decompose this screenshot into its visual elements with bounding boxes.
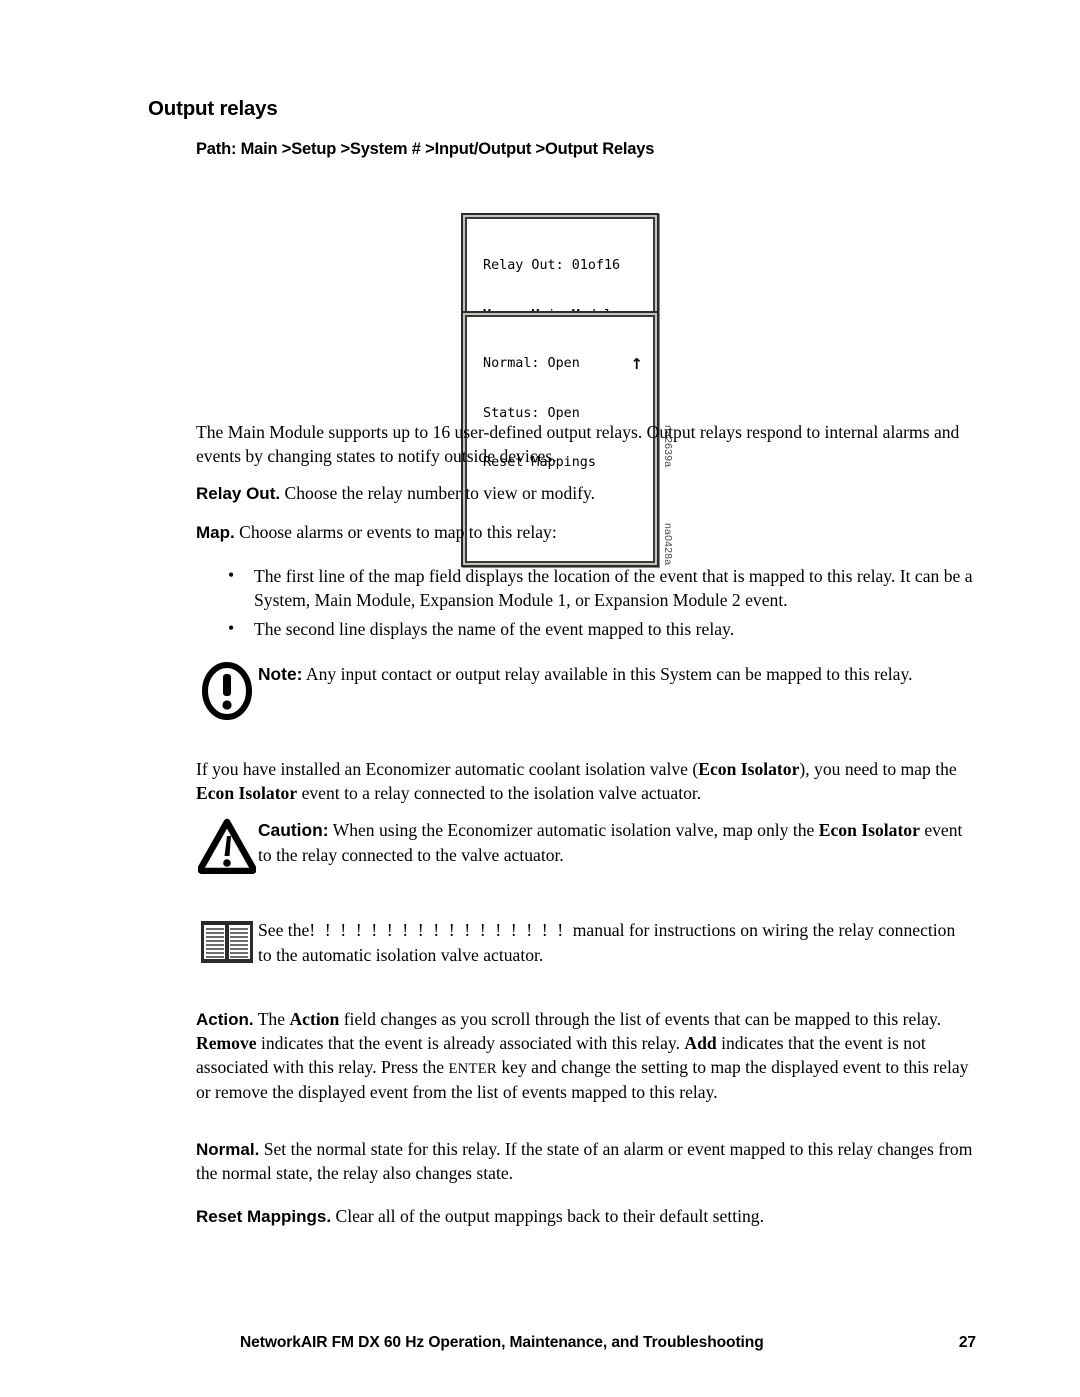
bullet-dot-icon: • [228, 618, 235, 638]
note-exclamation-icon [196, 662, 258, 720]
warning-triangle-icon [196, 818, 258, 874]
action-paragraph: Action. The Action field changes as you … [196, 1008, 986, 1105]
normal-text: Set the normal state for this relay. If … [196, 1139, 973, 1183]
note-admonition: Note: Any input contact or output relay … [196, 662, 986, 720]
list-item: • The first line of the map field display… [228, 565, 984, 613]
list-item: • The second line displays the name of th… [228, 618, 984, 642]
econ-isolator-bold-2: Econ Isolator [196, 782, 298, 803]
lcd-line: Relay Out: 01of16 [475, 258, 621, 273]
caution-admonition: Caution: When using the Economizer autom… [196, 818, 986, 874]
relay-out-text: Choose the relay number to view or modif… [280, 483, 596, 503]
map-label: Map. [196, 523, 235, 542]
action-label: Action. [196, 1010, 254, 1029]
econ-part3: event to a relay connected to the isolat… [297, 782, 702, 803]
map-text: Choose alarms or events to map to this r… [234, 522, 557, 542]
manual-reference-text: See the!!!!!!!!!!!!!!!!!manual for instr… [258, 918, 970, 967]
page-footer: NetworkAIR FM DX 60 Hz Operation, Mainte… [240, 1334, 976, 1352]
manual-ref-part1: See the [258, 920, 310, 940]
lcd-line-text: Normal: Open [475, 356, 580, 371]
missing-glyph-run: !!!!!!!!!!!!!!!!! [309, 920, 573, 940]
action-bold-remove: Remove [196, 1032, 257, 1053]
action-bold-action: Action [289, 1009, 340, 1029]
footer-title: NetworkAIR FM DX 60 Hz Operation, Mainte… [240, 1334, 764, 1351]
lcd-line [475, 505, 643, 522]
list-item-text: The first line of the map field displays… [254, 566, 973, 610]
page-title: Output relays [148, 97, 278, 120]
normal-paragraph: Normal. Set the normal state for this re… [196, 1138, 986, 1186]
reset-mappings-text: Clear all of the output mappings back to… [331, 1206, 764, 1226]
map-paragraph: Map. Choose alarms or events to map to t… [196, 521, 986, 545]
intro-paragraph: The Main Module supports up to 16 user-d… [196, 422, 960, 466]
action-p1: The [253, 1009, 290, 1029]
action-p3: indicates that the event is already asso… [256, 1032, 685, 1053]
econ-isolator-bold-1: Econ Isolator [698, 759, 800, 779]
footer-page-number: 27 [958, 1334, 976, 1351]
action-p2: field changes as you scroll through the … [339, 1009, 942, 1029]
normal-label: Normal. [196, 1140, 260, 1159]
relay-out-label: Relay Out. [196, 484, 281, 503]
lcd-line: Normal: Open ↑ [475, 356, 643, 373]
caution-econ-isolator-bold: Econ Isolator [818, 820, 920, 840]
note-label: Note: [258, 664, 303, 684]
reset-mappings-paragraph: Reset Mappings. Clear all of the output … [196, 1205, 986, 1229]
manual-reference-admonition: See the!!!!!!!!!!!!!!!!!manual for instr… [196, 918, 986, 967]
menu-path-line: Path: Main >Setup >System # >Input/Outpu… [196, 140, 655, 158]
bullet-dot-icon: • [228, 565, 235, 585]
action-bold-add: Add [684, 1032, 717, 1053]
econ-part1: If you have installed an Economizer auto… [196, 759, 699, 779]
econ-isolator-paragraph: If you have installed an Economizer auto… [196, 758, 986, 806]
lcd-line: Status: Open [475, 405, 580, 421]
caution-label: Caution: [258, 820, 329, 840]
relay-out-paragraph: Relay Out. Choose the relay number to vi… [196, 482, 986, 506]
open-book-icon [196, 918, 258, 966]
caution-part1: When using the Economizer automatic isol… [328, 820, 819, 840]
caution-text: Caution: When using the Economizer autom… [258, 818, 970, 867]
enter-key-label: ENTER [448, 1060, 497, 1077]
scroll-up-arrow-icon: ↑ [630, 355, 643, 373]
econ-part2: ), you need to map the [799, 759, 957, 779]
list-item-text: The second line displays the name of the… [254, 619, 735, 639]
note-text: Note: Any input contact or output relay … [258, 662, 968, 687]
note-body: Any input contact or output relay availa… [302, 664, 913, 684]
reset-mappings-label: Reset Mappings. [196, 1207, 332, 1226]
document-page: Output relays Path: Main >Setup >System … [0, 0, 1080, 1397]
